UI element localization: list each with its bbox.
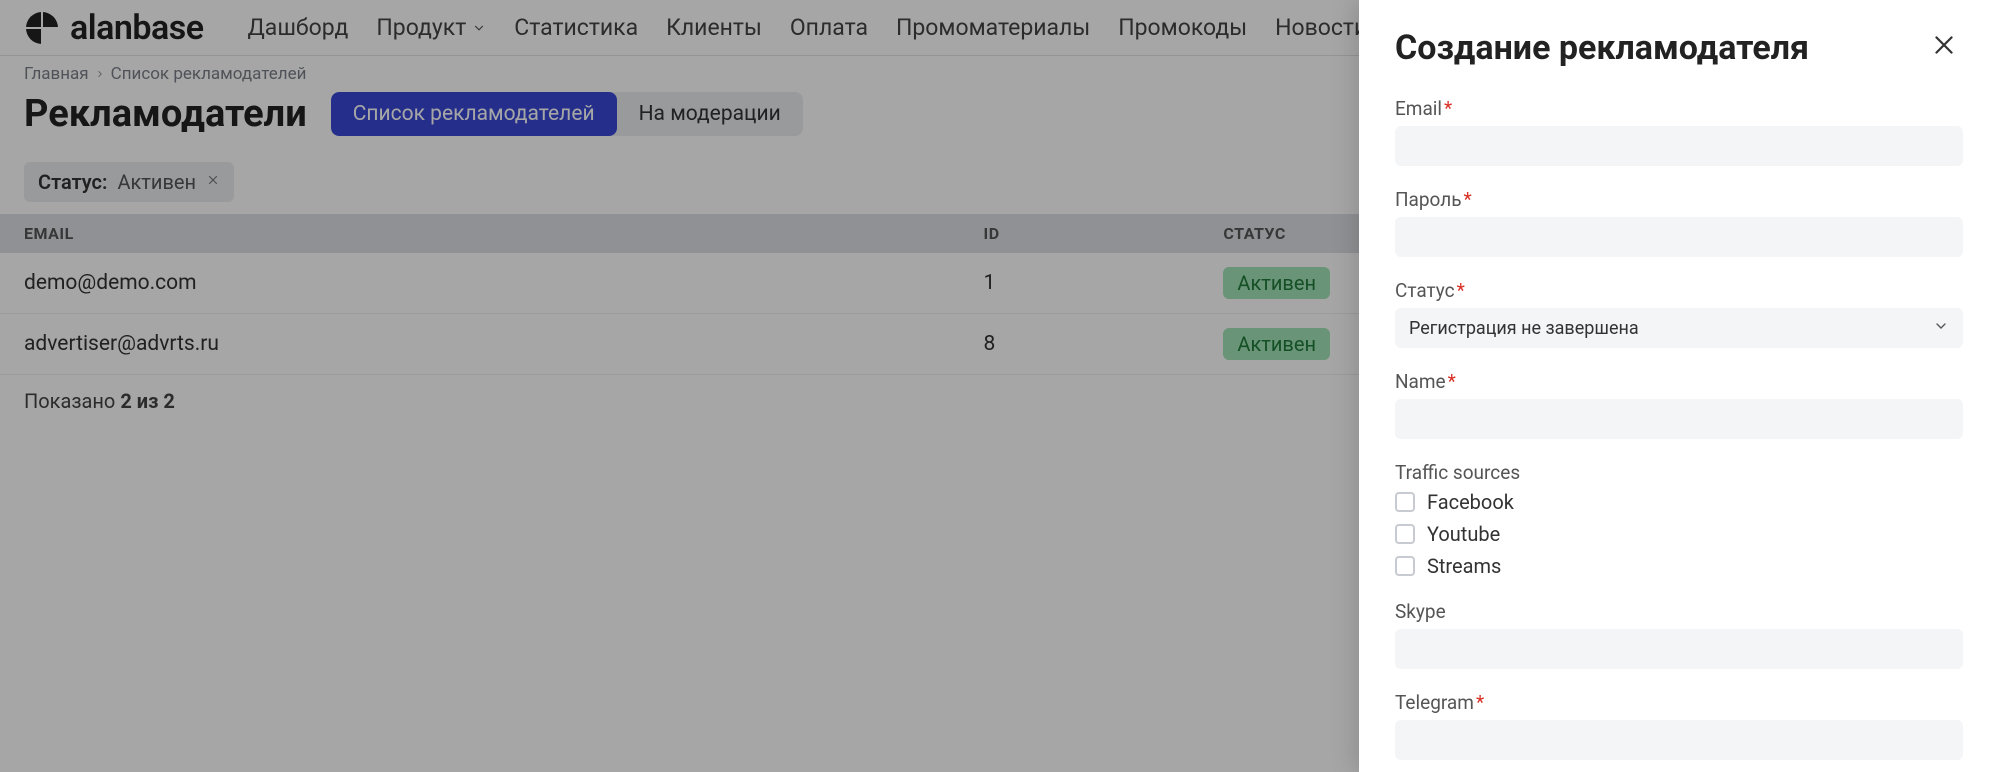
tab-advertisers-list[interactable]: Список рекламодателей: [331, 92, 617, 136]
filter-key: Статус:: [38, 170, 107, 194]
nav-promomaterials[interactable]: Промоматериалы: [896, 14, 1090, 41]
nav-clients[interactable]: Клиенты: [666, 14, 762, 41]
status-select-value: Регистрация не завершена: [1409, 318, 1639, 339]
traffic-option-streams[interactable]: Streams: [1395, 554, 1963, 578]
brand-name: alanbase: [70, 8, 204, 48]
label-skype: Skype: [1395, 600, 1963, 623]
label-email: Email*: [1395, 97, 1963, 120]
tab-moderation[interactable]: На модерации: [617, 92, 803, 136]
email-field[interactable]: [1395, 126, 1963, 166]
checkbox-icon[interactable]: [1395, 556, 1415, 576]
traffic-sources-list: Facebook Youtube Streams: [1395, 490, 1963, 578]
tab-group: Список рекламодателей На модерации: [331, 92, 803, 136]
name-field[interactable]: [1395, 399, 1963, 439]
close-icon[interactable]: [206, 173, 220, 191]
label-telegram: Telegram*: [1395, 691, 1963, 714]
nav-statistics[interactable]: Статистика: [514, 14, 638, 41]
checkbox-icon[interactable]: [1395, 492, 1415, 512]
page-title: Рекламодатели: [24, 92, 307, 136]
nav-news[interactable]: Новости: [1275, 14, 1367, 41]
logo-icon: [24, 10, 60, 46]
traffic-option-facebook[interactable]: Facebook: [1395, 490, 1963, 514]
password-field[interactable]: [1395, 217, 1963, 257]
th-email[interactable]: EMAIL: [0, 214, 960, 253]
label-traffic-sources: Traffic sources: [1395, 461, 1963, 484]
drawer-title: Создание рекламодателя: [1395, 28, 1809, 68]
chevron-down-icon: [472, 14, 486, 41]
create-advertiser-drawer: Создание рекламодателя Email* Пароль* Ст…: [1359, 0, 1999, 772]
nav-payment[interactable]: Оплата: [790, 14, 868, 41]
cell-id: 8: [960, 314, 1200, 375]
label-password: Пароль*: [1395, 188, 1963, 211]
label-status: Статус*: [1395, 279, 1963, 302]
skype-field[interactable]: [1395, 629, 1963, 669]
th-id[interactable]: ID: [960, 214, 1200, 253]
cell-email: advertiser@advrts.ru: [0, 314, 960, 375]
chevron-right-icon: [95, 64, 105, 84]
cell-email: demo@demo.com: [0, 253, 960, 314]
label-name: Name*: [1395, 370, 1963, 393]
status-badge: Активен: [1223, 267, 1330, 299]
nav-dashboard[interactable]: Дашборд: [248, 14, 349, 41]
filter-chip-status[interactable]: Статус: Активен: [24, 162, 234, 202]
nav-product[interactable]: Продукт: [376, 14, 486, 41]
status-badge: Активен: [1223, 328, 1330, 360]
close-button[interactable]: [1925, 26, 1963, 69]
filter-value: Активен: [117, 170, 196, 194]
telegram-field[interactable]: [1395, 720, 1963, 760]
cell-id: 1: [960, 253, 1200, 314]
status-select[interactable]: Регистрация не завершена: [1395, 308, 1963, 348]
chevron-down-icon: [1933, 318, 1949, 339]
breadcrumb-home[interactable]: Главная: [24, 64, 89, 84]
brand-logo[interactable]: alanbase: [24, 8, 204, 48]
breadcrumb-current: Список рекламодателей: [111, 64, 307, 84]
nav-links: Дашборд Продукт Статистика Клиенты Оплат…: [248, 14, 1489, 41]
checkbox-icon[interactable]: [1395, 524, 1415, 544]
traffic-option-youtube[interactable]: Youtube: [1395, 522, 1963, 546]
nav-promocodes[interactable]: Промокоды: [1118, 14, 1247, 41]
